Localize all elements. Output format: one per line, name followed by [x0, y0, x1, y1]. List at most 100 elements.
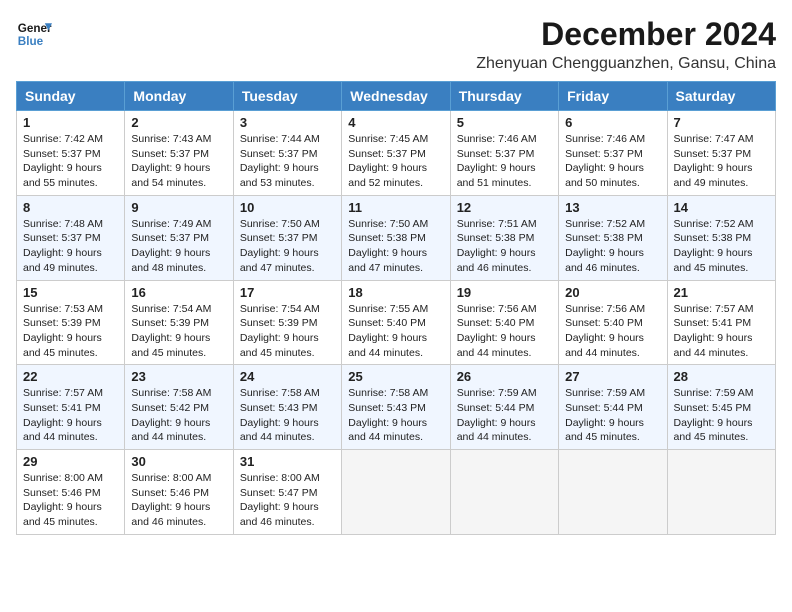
- day-cell: 11 Sunrise: 7:50 AMSunset: 5:38 PMDayligh…: [342, 195, 450, 280]
- day-info: Sunrise: 7:56 AMSunset: 5:40 PMDaylight:…: [457, 302, 552, 361]
- day-cell: 5Sunrise: 7:46 AMSunset: 5:37 PMDaylight…: [450, 111, 558, 196]
- day-number: 28: [674, 369, 769, 384]
- day-number: 11: [348, 200, 443, 215]
- col-header-saturday: Saturday: [667, 82, 775, 111]
- col-header-sunday: Sunday: [17, 82, 125, 111]
- day-number: 20: [565, 285, 660, 300]
- day-number: 31: [240, 454, 335, 469]
- day-cell: 16 Sunrise: 7:54 AMSunset: 5:39 PMDayligh…: [125, 280, 233, 365]
- day-number: 8: [23, 200, 118, 215]
- day-number: 25: [348, 369, 443, 384]
- day-number: 14: [674, 200, 769, 215]
- day-cell: 9 Sunrise: 7:49 AMSunset: 5:37 PMDaylight…: [125, 195, 233, 280]
- day-cell: 10Sunrise: 7:50 AMSunset: 5:37 PMDayligh…: [233, 195, 341, 280]
- day-info: Sunrise: 7:52 AMSunset: 5:38 PMDaylight:…: [565, 217, 660, 276]
- day-info: Sunrise: 8:00 AMSunset: 5:46 PMDaylight:…: [23, 471, 118, 530]
- day-info: Sunrise: 7:42 AMSunset: 5:37 PMDaylight:…: [23, 132, 118, 191]
- day-number: 5: [457, 115, 552, 130]
- week-row-2: 8 Sunrise: 7:48 AMSunset: 5:37 PMDaylight…: [17, 195, 776, 280]
- day-cell: 17 Sunrise: 7:54 AMSunset: 5:39 PMDayligh…: [233, 280, 341, 365]
- day-cell: 26 Sunrise: 7:59 AMSunset: 5:44 PMDayligh…: [450, 365, 558, 450]
- col-header-wednesday: Wednesday: [342, 82, 450, 111]
- week-row-4: 22Sunrise: 7:57 AMSunset: 5:41 PMDayligh…: [17, 365, 776, 450]
- day-number: 24: [240, 369, 335, 384]
- day-info: Sunrise: 7:52 AMSunset: 5:38 PMDaylight:…: [674, 217, 769, 276]
- day-info: Sunrise: 7:46 AMSunset: 5:37 PMDaylight:…: [565, 132, 660, 191]
- day-number: 13: [565, 200, 660, 215]
- day-info: Sunrise: 7:55 AMSunset: 5:40 PMDaylight:…: [348, 302, 443, 361]
- day-info: Sunrise: 7:57 AMSunset: 5:41 PMDaylight:…: [674, 302, 769, 361]
- day-cell: 2Sunrise: 7:43 AMSunset: 5:37 PMDaylight…: [125, 111, 233, 196]
- col-header-tuesday: Tuesday: [233, 82, 341, 111]
- day-info: Sunrise: 7:44 AMSunset: 5:37 PMDaylight:…: [240, 132, 335, 191]
- day-cell: 4 Sunrise: 7:45 AMSunset: 5:37 PMDaylight…: [342, 111, 450, 196]
- day-number: 3: [240, 115, 335, 130]
- day-info: Sunrise: 7:59 AMSunset: 5:45 PMDaylight:…: [674, 386, 769, 445]
- header-row: SundayMondayTuesdayWednesdayThursdayFrid…: [17, 82, 776, 111]
- day-number: 21: [674, 285, 769, 300]
- day-number: 16: [131, 285, 226, 300]
- day-cell: 3 Sunrise: 7:44 AMSunset: 5:37 PMDaylight…: [233, 111, 341, 196]
- day-cell: 25 Sunrise: 7:58 AMSunset: 5:43 PMDayligh…: [342, 365, 450, 450]
- svg-text:Blue: Blue: [18, 35, 44, 48]
- day-cell: 18 Sunrise: 7:55 AMSunset: 5:40 PMDayligh…: [342, 280, 450, 365]
- day-cell: [559, 450, 667, 535]
- day-cell: 21 Sunrise: 7:57 AMSunset: 5:41 PMDayligh…: [667, 280, 775, 365]
- location-title: Zhenyuan Chengguanzhen, Gansu, China: [476, 55, 776, 73]
- day-info: Sunrise: 7:58 AMSunset: 5:43 PMDaylight:…: [348, 386, 443, 445]
- day-number: 1: [23, 115, 118, 130]
- day-cell: 8 Sunrise: 7:48 AMSunset: 5:37 PMDaylight…: [17, 195, 125, 280]
- week-row-3: 15 Sunrise: 7:53 AMSunset: 5:39 PMDayligh…: [17, 280, 776, 365]
- day-number: 27: [565, 369, 660, 384]
- day-number: 18: [348, 285, 443, 300]
- logo-icon: General Blue: [16, 16, 52, 52]
- day-info: Sunrise: 8:00 AMSunset: 5:47 PMDaylight:…: [240, 471, 335, 530]
- day-info: Sunrise: 8:00 AMSunset: 5:46 PMDaylight:…: [131, 471, 226, 530]
- calendar-table: SundayMondayTuesdayWednesdayThursdayFrid…: [16, 81, 776, 535]
- day-info: Sunrise: 7:58 AMSunset: 5:43 PMDaylight:…: [240, 386, 335, 445]
- day-cell: 7 Sunrise: 7:47 AMSunset: 5:37 PMDaylight…: [667, 111, 775, 196]
- month-title: December 2024: [476, 16, 776, 53]
- day-cell: [450, 450, 558, 535]
- day-info: Sunrise: 7:48 AMSunset: 5:37 PMDaylight:…: [23, 217, 118, 276]
- day-number: 4: [348, 115, 443, 130]
- day-cell: 31 Sunrise: 8:00 AMSunset: 5:47 PMDayligh…: [233, 450, 341, 535]
- day-number: 26: [457, 369, 552, 384]
- day-cell: 24 Sunrise: 7:58 AMSunset: 5:43 PMDayligh…: [233, 365, 341, 450]
- day-info: Sunrise: 7:45 AMSunset: 5:37 PMDaylight:…: [348, 132, 443, 191]
- day-cell: [667, 450, 775, 535]
- day-number: 9: [131, 200, 226, 215]
- day-number: 19: [457, 285, 552, 300]
- day-cell: 20 Sunrise: 7:56 AMSunset: 5:40 PMDayligh…: [559, 280, 667, 365]
- day-number: 7: [674, 115, 769, 130]
- day-number: 30: [131, 454, 226, 469]
- day-cell: 29 Sunrise: 8:00 AMSunset: 5:46 PMDayligh…: [17, 450, 125, 535]
- day-info: Sunrise: 7:50 AMSunset: 5:38 PMDaylight:…: [348, 217, 443, 276]
- day-info: Sunrise: 7:59 AMSunset: 5:44 PMDaylight:…: [457, 386, 552, 445]
- day-info: Sunrise: 7:51 AMSunset: 5:38 PMDaylight:…: [457, 217, 552, 276]
- day-cell: 19 Sunrise: 7:56 AMSunset: 5:40 PMDayligh…: [450, 280, 558, 365]
- day-number: 10: [240, 200, 335, 215]
- day-info: Sunrise: 7:53 AMSunset: 5:39 PMDaylight:…: [23, 302, 118, 361]
- day-info: Sunrise: 7:54 AMSunset: 5:39 PMDaylight:…: [240, 302, 335, 361]
- day-number: 15: [23, 285, 118, 300]
- day-cell: [342, 450, 450, 535]
- day-number: 12: [457, 200, 552, 215]
- day-cell: 30 Sunrise: 8:00 AMSunset: 5:46 PMDayligh…: [125, 450, 233, 535]
- day-info: Sunrise: 7:49 AMSunset: 5:37 PMDaylight:…: [131, 217, 226, 276]
- day-cell: 28 Sunrise: 7:59 AMSunset: 5:45 PMDayligh…: [667, 365, 775, 450]
- day-info: Sunrise: 7:54 AMSunset: 5:39 PMDaylight:…: [131, 302, 226, 361]
- col-header-friday: Friday: [559, 82, 667, 111]
- day-number: 6: [565, 115, 660, 130]
- day-info: Sunrise: 7:56 AMSunset: 5:40 PMDaylight:…: [565, 302, 660, 361]
- day-info: Sunrise: 7:59 AMSunset: 5:44 PMDaylight:…: [565, 386, 660, 445]
- day-number: 29: [23, 454, 118, 469]
- day-cell: 12 Sunrise: 7:51 AMSunset: 5:38 PMDayligh…: [450, 195, 558, 280]
- day-info: Sunrise: 7:43 AMSunset: 5:37 PMDaylight:…: [131, 132, 226, 191]
- day-info: Sunrise: 7:47 AMSunset: 5:37 PMDaylight:…: [674, 132, 769, 191]
- day-number: 17: [240, 285, 335, 300]
- day-cell: 14 Sunrise: 7:52 AMSunset: 5:38 PMDayligh…: [667, 195, 775, 280]
- week-row-1: 1 Sunrise: 7:42 AMSunset: 5:37 PMDaylight…: [17, 111, 776, 196]
- day-info: Sunrise: 7:57 AMSunset: 5:41 PMDaylight:…: [23, 386, 118, 445]
- day-cell: 6 Sunrise: 7:46 AMSunset: 5:37 PMDaylight…: [559, 111, 667, 196]
